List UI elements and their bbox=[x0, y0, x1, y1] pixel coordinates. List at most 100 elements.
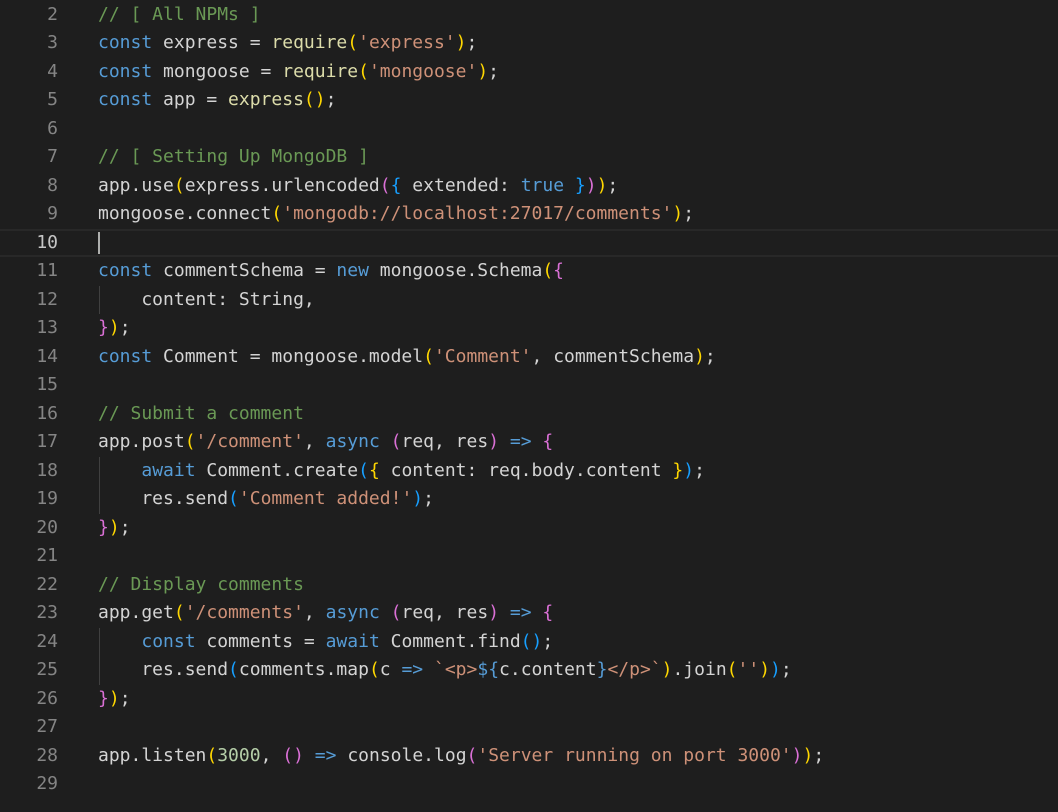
code-line[interactable]: 6 bbox=[0, 115, 1058, 144]
code-token: => bbox=[314, 744, 337, 766]
code-token: ; bbox=[780, 659, 792, 680]
code-line[interactable]: 11 const commentSchema = new mongoose.Sch… bbox=[0, 257, 1058, 286]
code-token: ) bbox=[488, 431, 500, 452]
code-text[interactable]: const comments = await Comment.find(); bbox=[98, 628, 553, 657]
line-number: 15 bbox=[36, 374, 58, 395]
code-line[interactable]: 21 bbox=[0, 542, 1058, 571]
code-line[interactable]: 29 bbox=[0, 770, 1058, 799]
code-text[interactable]: app.use(express.urlencoded({ extended: t… bbox=[98, 172, 618, 201]
code-text[interactable]: }); bbox=[98, 514, 131, 543]
code-text[interactable]: app.post('/comment', async (req, res) =>… bbox=[98, 428, 553, 457]
code-token: // [ Setting Up MongoDB ] bbox=[98, 146, 369, 167]
code-line[interactable]: 10 bbox=[0, 228, 1058, 257]
code-line[interactable]: 13}); bbox=[0, 314, 1058, 343]
code-token: { bbox=[542, 431, 554, 452]
code-text[interactable]: const Comment = mongoose.model('Comment'… bbox=[98, 343, 716, 372]
code-token: ; bbox=[325, 89, 337, 110]
code-line[interactable]: 19 res.send('Comment added!'); bbox=[0, 485, 1058, 514]
code-line[interactable]: 5 const app = express(); bbox=[0, 86, 1058, 115]
code-token: ( bbox=[184, 431, 196, 452]
code-line[interactable]: 15 bbox=[0, 371, 1058, 400]
code-line[interactable]: 17 app.post('/comment', async (req, res) … bbox=[0, 428, 1058, 457]
code-token: ; bbox=[119, 317, 131, 338]
code-token: app.post bbox=[98, 431, 185, 452]
code-line[interactable]: 20}); bbox=[0, 514, 1058, 543]
code-token: req, res bbox=[401, 431, 489, 452]
code-text[interactable]: }); bbox=[98, 314, 131, 343]
indent-guide bbox=[99, 285, 100, 314]
code-token: const bbox=[98, 260, 153, 281]
code-text[interactable]: }); bbox=[98, 685, 131, 714]
line-number: 25 bbox=[36, 659, 58, 680]
code-line[interactable]: 25 res.send(comments.map(c => `<p>${c.co… bbox=[0, 656, 1058, 685]
code-text[interactable]: // [ Setting Up MongoDB ] bbox=[98, 143, 369, 172]
code-token: ; bbox=[683, 203, 695, 224]
code-token: => bbox=[509, 602, 532, 623]
code-text[interactable]: // Submit a comment bbox=[98, 400, 304, 429]
code-text[interactable]: await Comment.create({ content: req.body… bbox=[98, 457, 705, 486]
code-token: 'mongoose' bbox=[368, 60, 478, 82]
code-token: express = bbox=[152, 32, 272, 53]
code-line[interactable]: 3 const express = require('express'); bbox=[0, 29, 1058, 58]
code-text[interactable]: res.send('Comment added!'); bbox=[98, 485, 434, 514]
code-token: c.content bbox=[499, 659, 597, 680]
code-line[interactable]: 24 const comments = await Comment.find()… bbox=[0, 628, 1058, 657]
code-token: const bbox=[141, 630, 196, 652]
code-text[interactable]: content: String, bbox=[98, 286, 315, 315]
code-token: mongoose.connect bbox=[98, 203, 272, 224]
code-token: app.get bbox=[98, 602, 174, 623]
code-line[interactable]: 23 app.get('/comments', async (req, res) … bbox=[0, 599, 1058, 628]
code-token: ; bbox=[119, 516, 131, 538]
code-token: 'Comment added!' bbox=[238, 488, 413, 509]
code-token: ; bbox=[813, 744, 825, 766]
code-token: () bbox=[282, 744, 304, 766]
code-line[interactable]: 22 // Display comments bbox=[0, 571, 1058, 600]
code-token: ( bbox=[271, 203, 283, 224]
code-token: , commentSchema bbox=[531, 345, 695, 367]
code-token: content: String, bbox=[98, 288, 315, 310]
code-line[interactable]: 27 bbox=[0, 713, 1058, 742]
code-text[interactable]: app.get('/comments', async (req, res) =>… bbox=[98, 599, 553, 628]
code-line[interactable]: 8 app.use(express.urlencoded({ extended: … bbox=[0, 172, 1058, 201]
code-text[interactable]: res.send(comments.map(c => `<p>${c.conte… bbox=[98, 656, 792, 685]
code-token: } bbox=[98, 687, 109, 709]
code-text[interactable]: mongoose.connect('mongodb://localhost:27… bbox=[98, 200, 694, 229]
code-text[interactable]: // [ All NPMs ] bbox=[98, 1, 261, 30]
code-line[interactable]: 2 // [ All NPMs ] bbox=[0, 1, 1058, 30]
code-line[interactable]: 7 // [ Setting Up MongoDB ] bbox=[0, 143, 1058, 172]
code-line[interactable]: 4 const mongoose = require('mongoose'); bbox=[0, 58, 1058, 87]
line-number: 19 bbox=[36, 488, 58, 509]
code-token: express bbox=[228, 89, 304, 110]
code-token: ; bbox=[488, 60, 499, 82]
code-line[interactable]: 9 mongoose.connect('mongodb://localhost:2… bbox=[0, 200, 1058, 229]
code-token: commentSchema = bbox=[152, 260, 337, 281]
code-token: </p>` bbox=[607, 659, 662, 680]
line-number: 10 bbox=[36, 231, 58, 253]
code-line[interactable]: 18 await Comment.create({ content: req.b… bbox=[0, 457, 1058, 486]
code-text[interactable]: const app = express(); bbox=[98, 86, 336, 115]
code-text[interactable]: const mongoose = require('mongoose'); bbox=[98, 58, 499, 87]
code-text[interactable]: const express = require('express'); bbox=[98, 29, 477, 58]
code-token: res.send bbox=[98, 488, 229, 509]
code-line[interactable]: 14 const Comment = mongoose.model('Commen… bbox=[0, 343, 1058, 372]
code-text[interactable]: app.listen(3000, () => console.log('Serv… bbox=[98, 742, 824, 771]
code-token: '' bbox=[737, 659, 760, 680]
code-token: const bbox=[98, 60, 153, 82]
code-line[interactable]: 16 // Submit a comment bbox=[0, 400, 1058, 429]
code-editor[interactable]: 2 // [ All NPMs ] 3 const express = require… bbox=[0, 0, 1058, 812]
code-line[interactable]: 28 app.listen(3000, () => console.log('Se… bbox=[0, 742, 1058, 771]
code-token: app = bbox=[152, 89, 229, 110]
code-token: ( bbox=[423, 345, 434, 367]
code-token: 'mongodb://localhost:27017/comments' bbox=[282, 203, 673, 224]
code-line[interactable]: 12 content: String, bbox=[0, 286, 1058, 315]
code-token: require bbox=[271, 32, 348, 53]
code-token: () bbox=[303, 89, 326, 110]
code-text[interactable]: // Display comments bbox=[98, 571, 304, 600]
code-token: ( bbox=[173, 174, 185, 196]
code-line[interactable]: 26}); bbox=[0, 685, 1058, 714]
code-text[interactable]: const commentSchema = new mongoose.Schem… bbox=[98, 257, 564, 286]
